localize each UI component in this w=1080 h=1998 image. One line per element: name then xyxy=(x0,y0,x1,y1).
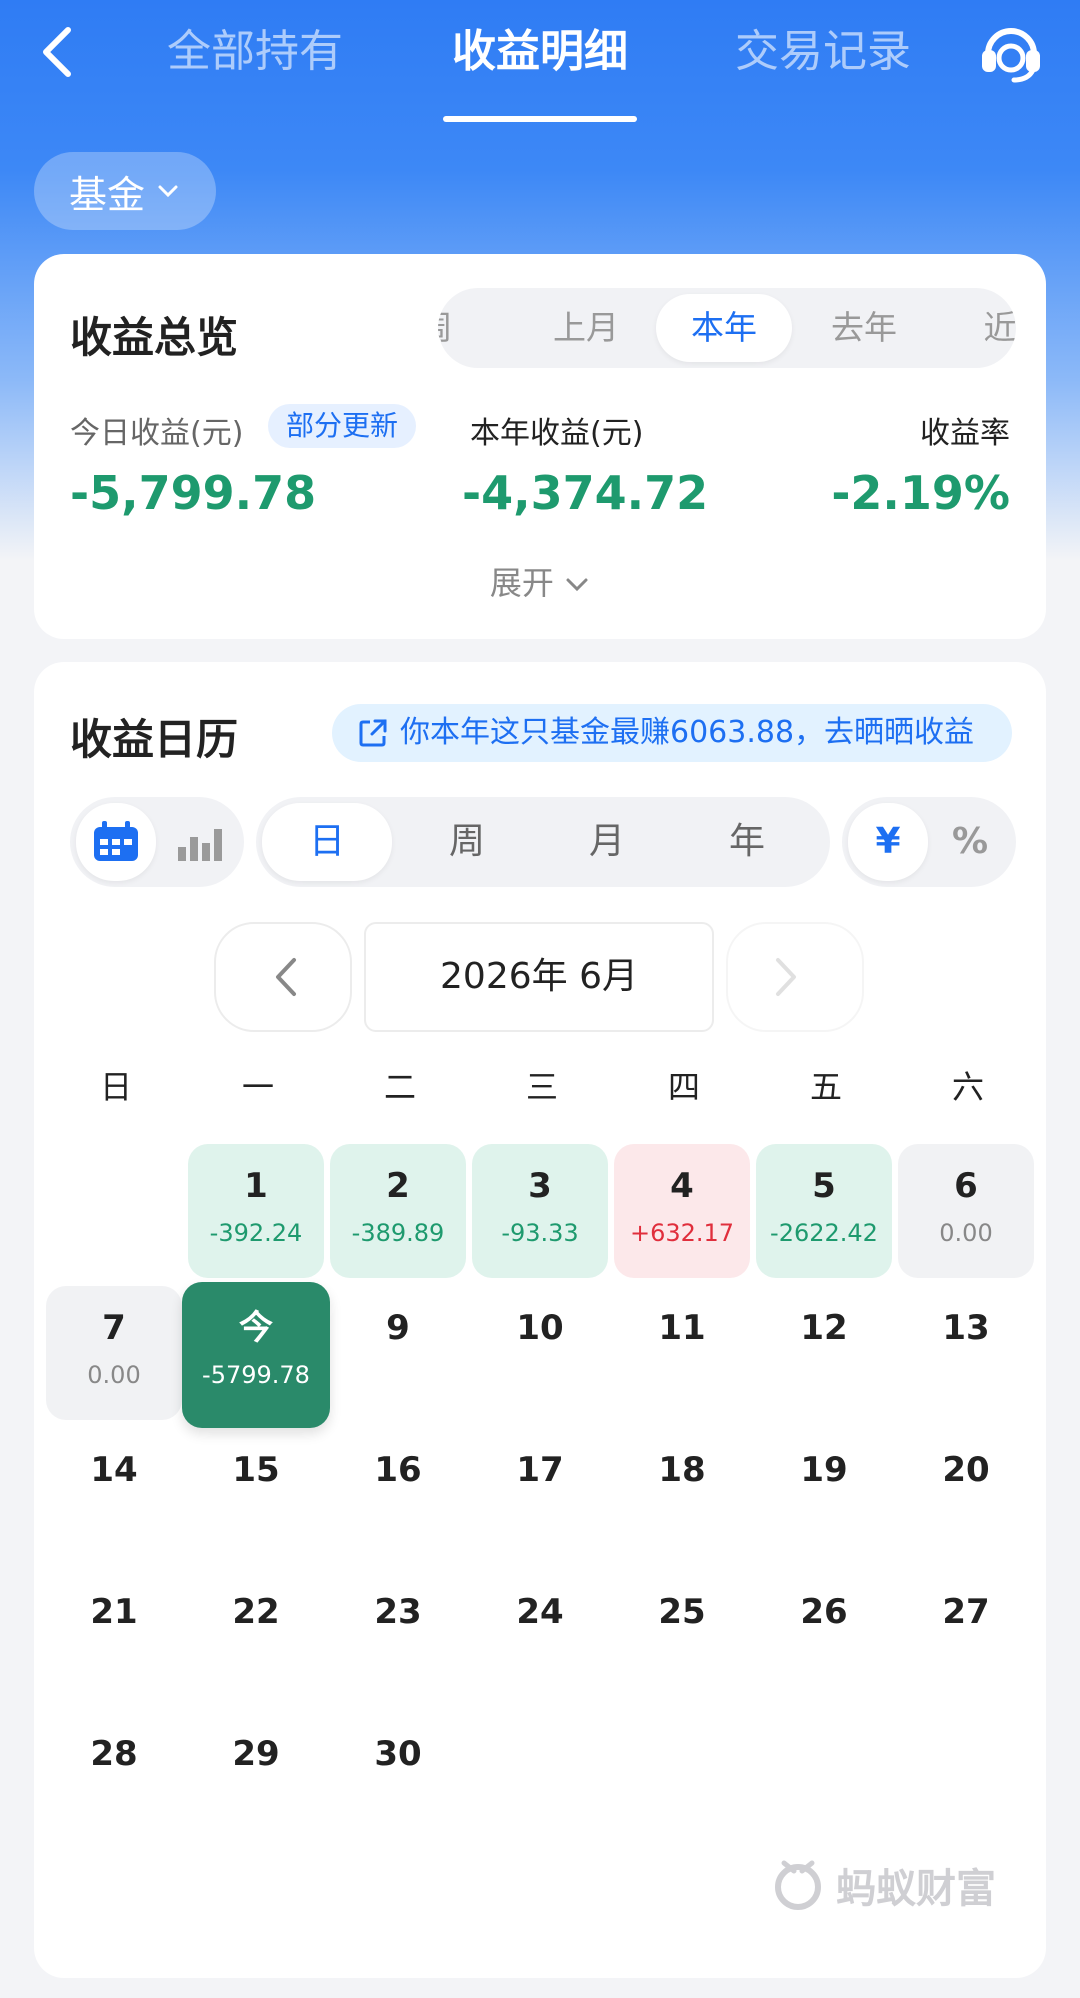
top-nav: 全部持有 收益明细 交易记录 xyxy=(0,0,1080,130)
calendar-day[interactable]: 6 0.00 xyxy=(898,1144,1034,1278)
calendar-day[interactable]: 9 xyxy=(330,1286,466,1420)
granularity-month[interactable]: 月 xyxy=(542,797,672,887)
calendar-day[interactable]: 22 xyxy=(188,1570,324,1704)
calendar-day[interactable]: 29 xyxy=(188,1712,324,1846)
share-external-icon xyxy=(359,719,387,747)
return-rate-value: -2.19% xyxy=(831,466,1010,520)
calendar-day[interactable]: 26 xyxy=(756,1570,892,1704)
calendar-day-today[interactable]: 今 -5799.78 xyxy=(182,1282,330,1428)
calendar-day[interactable]: 19 xyxy=(756,1428,892,1562)
share-text: 你本年这只基金最赚6063.88，去晒晒收益 xyxy=(400,715,975,750)
watermark-logo: 蚂蚁财富 xyxy=(770,1855,996,1915)
calendar-day[interactable]: 2 -389.89 xyxy=(330,1144,466,1278)
chevron-left-icon xyxy=(276,958,296,996)
calendar-day[interactable]: 12 xyxy=(756,1286,892,1420)
return-rate-label: 收益率 xyxy=(920,416,1010,451)
calendar-day[interactable]: 13 xyxy=(898,1286,1034,1420)
tab-earnings-detail[interactable]: 收益明细 xyxy=(430,22,650,82)
partial-update-badge: 部分更新 xyxy=(268,404,416,448)
calendar-day[interactable]: 7 0.00 xyxy=(46,1286,182,1420)
period-last-month[interactable]: 上月 xyxy=(518,288,654,368)
calendar-day[interactable]: 1 -392.24 xyxy=(188,1144,324,1278)
calendar-day[interactable]: 30 xyxy=(330,1712,466,1846)
expand-button[interactable]: 展开 xyxy=(34,558,1046,604)
today-earnings-value: -5,799.78 xyxy=(70,466,317,520)
period-this-year[interactable]: 本年 xyxy=(656,294,792,362)
chevron-down-icon xyxy=(158,185,178,198)
year-earnings-label: 本年收益(元) xyxy=(470,416,644,451)
headset-icon xyxy=(982,28,1040,83)
calendar-day[interactable]: 16 xyxy=(330,1428,466,1562)
share-earnings-banner[interactable]: 你本年这只基金最赚6063.88，去晒晒收益 xyxy=(332,704,1012,762)
earnings-calendar-card: 收益日历 你本年这只基金最赚6063.88，去晒晒收益 日 周 月 年 ¥ % … xyxy=(34,662,1046,1978)
calendar-day[interactable]: 20 xyxy=(898,1428,1034,1562)
fund-filter-label: 基金 xyxy=(68,172,145,217)
calendar-day[interactable]: 4 +632.17 xyxy=(614,1144,750,1278)
back-icon xyxy=(43,27,71,77)
calendar-day[interactable]: 10 xyxy=(472,1286,608,1420)
calendar-day[interactable]: 25 xyxy=(614,1570,750,1704)
calendar-view-button[interactable] xyxy=(88,819,144,869)
calendar-day[interactable]: 24 xyxy=(472,1570,608,1704)
chevron-down-icon xyxy=(566,578,588,592)
weekday-tue: 二 xyxy=(383,1068,416,1106)
tab-all-holdings[interactable]: 全部持有 xyxy=(150,22,360,82)
fund-filter-dropdown[interactable]: 基金 xyxy=(34,152,216,230)
prev-month-button[interactable] xyxy=(214,922,352,1032)
calendar-day[interactable]: 15 xyxy=(188,1428,324,1562)
tab-transactions[interactable]: 交易记录 xyxy=(718,22,928,82)
granularity-day[interactable]: 日 xyxy=(262,797,392,887)
period-last-year[interactable]: 去年 xyxy=(796,288,932,368)
unit-amount[interactable]: ¥ xyxy=(848,797,928,887)
unit-toggle: ¥ % xyxy=(842,797,1016,887)
calendar-day[interactable]: 28 xyxy=(46,1712,182,1846)
period-selector: 周 上月 本年 去年 近 xyxy=(438,288,1016,368)
earnings-overview-card: 收益总览 周 上月 本年 去年 近 今日收益(元) 部分更新 -5,799.78… xyxy=(34,254,1046,639)
weekday-thu: 四 xyxy=(667,1068,700,1106)
granularity-week[interactable]: 周 xyxy=(402,797,532,887)
calendar-day[interactable]: 18 xyxy=(614,1428,750,1562)
calendar-day[interactable]: 5 -2622.42 xyxy=(756,1144,892,1278)
chevron-right-icon xyxy=(776,958,796,996)
back-button[interactable] xyxy=(30,22,90,82)
calendar-day[interactable]: 21 xyxy=(46,1570,182,1704)
current-month-label: 2026年 6月 xyxy=(364,922,714,1032)
weekday-sat: 六 xyxy=(951,1068,984,1106)
weekday-wed: 三 xyxy=(525,1068,558,1106)
granularity-year[interactable]: 年 xyxy=(682,797,812,887)
period-week[interactable]: 周 xyxy=(438,288,504,368)
calendar-day[interactable]: 3 -93.33 xyxy=(472,1144,608,1278)
calendar-icon xyxy=(94,821,138,861)
customer-service-button[interactable] xyxy=(976,22,1046,84)
view-mode-toggle xyxy=(70,797,244,887)
calendar-day[interactable]: 11 xyxy=(614,1286,750,1420)
weekday-fri: 五 xyxy=(809,1068,842,1106)
bar-chart-icon xyxy=(178,829,222,861)
unit-percent[interactable]: % xyxy=(930,797,1010,887)
active-tab-indicator xyxy=(443,116,637,122)
weekday-mon: 一 xyxy=(241,1068,274,1106)
calendar-day[interactable]: 27 xyxy=(898,1570,1034,1704)
watermark-text: 蚂蚁财富 xyxy=(836,1866,996,1912)
next-month-button[interactable] xyxy=(726,922,864,1032)
calendar-day[interactable]: 17 xyxy=(472,1428,608,1562)
granularity-toggle: 日 周 月 年 xyxy=(256,797,830,887)
ant-logo-icon xyxy=(775,1860,821,1910)
chart-view-button[interactable] xyxy=(174,821,224,869)
calendar-day[interactable]: 14 xyxy=(46,1428,182,1562)
year-earnings-value: -4,374.72 xyxy=(462,466,709,520)
weekday-sun: 日 xyxy=(99,1068,132,1106)
overview-title: 收益总览 xyxy=(70,313,239,362)
calendar-title: 收益日历 xyxy=(70,715,239,764)
period-recent[interactable]: 近 xyxy=(932,288,1017,368)
expand-label: 展开 xyxy=(489,564,554,602)
calendar-day[interactable]: 23 xyxy=(330,1570,466,1704)
today-earnings-label: 今日收益(元) xyxy=(70,416,244,451)
